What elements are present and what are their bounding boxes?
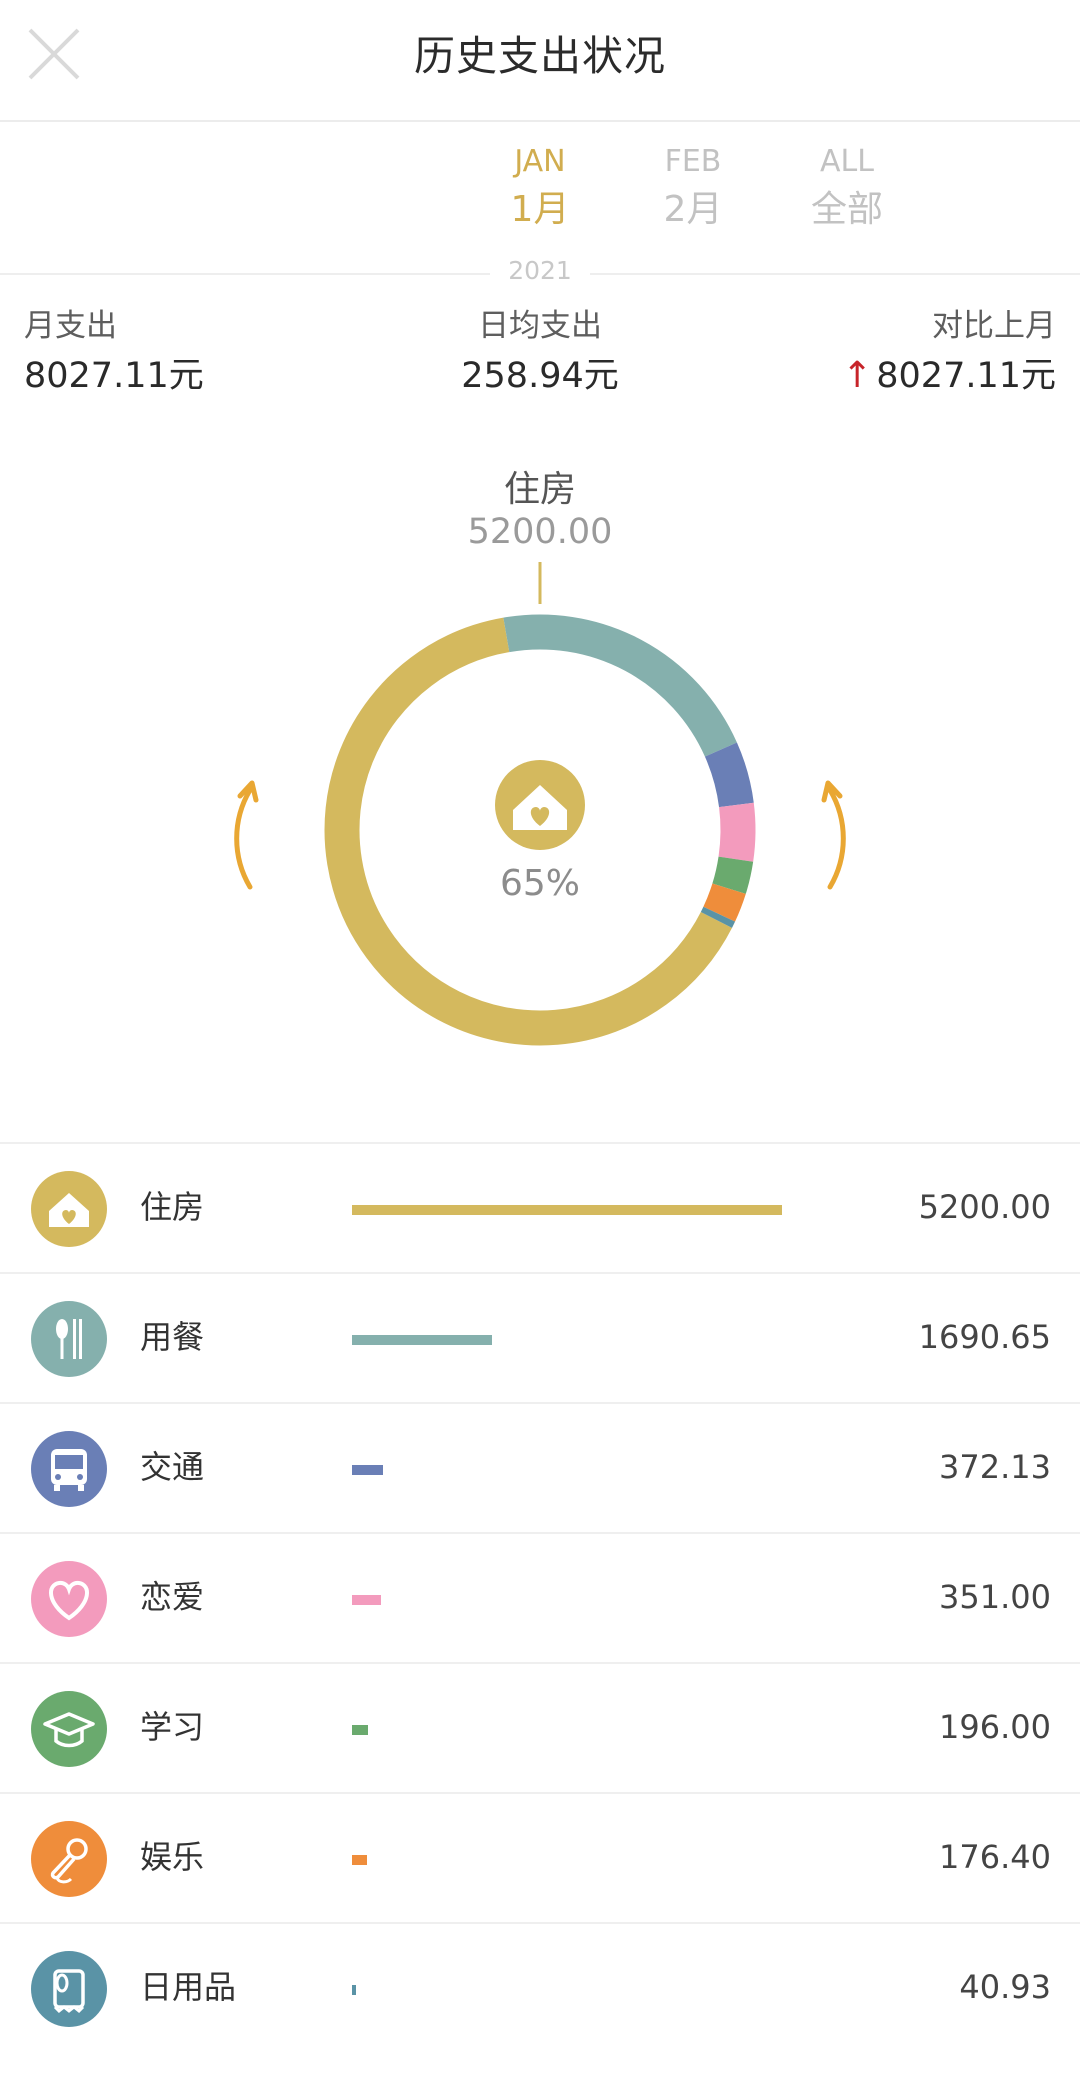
category-name: 住房 — [140, 1188, 205, 1226]
center-house-heart-icon — [495, 760, 585, 850]
year-text: 2021 — [490, 256, 590, 285]
category-amount: 1690.65 — [918, 1318, 1051, 1356]
tab-en-label: ALL — [820, 144, 874, 179]
category-row-daily-goods[interactable]: 日用品 40.93 — [0, 1922, 1080, 2052]
donut-chart-area: 住房 5200.00 65% — [0, 440, 1080, 1140]
tab-cn-label: 2月 — [663, 189, 723, 230]
donut-segment-dining[interactable] — [503, 614, 737, 757]
donut-segment-study[interactable] — [712, 856, 754, 894]
category-bar — [352, 1985, 356, 1995]
category-row-dining[interactable]: 用餐 1690.65 — [0, 1272, 1080, 1402]
donut-segment-romance[interactable] — [718, 802, 756, 862]
month-tabs: JAN 1月 FEB 2月 ALL 全部 — [0, 122, 1080, 272]
category-name: 用餐 — [140, 1318, 205, 1356]
donut-segment-entertainment[interactable] — [703, 883, 746, 922]
tab-feb[interactable]: FEB 2月 — [628, 142, 758, 238]
category-amount: 351.00 — [939, 1578, 1051, 1616]
graduation-cap-icon — [31, 1691, 107, 1767]
center-percent: 65% — [500, 863, 580, 904]
category-bar — [352, 1595, 381, 1605]
tab-cn-label: 1月 — [510, 189, 570, 230]
category-row-transport[interactable]: 交通 372.13 — [0, 1402, 1080, 1532]
tab-en-label: FEB — [664, 144, 722, 179]
category-amount: 196.00 — [939, 1708, 1051, 1746]
vs-last-month-value: 8027.11元 — [876, 356, 1056, 396]
category-bar — [352, 1335, 492, 1345]
category-name: 恋爱 — [140, 1578, 205, 1616]
donut-chart[interactable]: 65% — [0, 440, 1080, 1140]
donut-segment-transport[interactable] — [704, 742, 754, 808]
header-bar: 历史支出状况 — [0, 0, 1080, 122]
category-row-entertainment[interactable]: 娱乐 176.40 — [0, 1792, 1080, 1922]
vs-last-month-value-row: ↑ 8027.11元 — [842, 350, 1056, 402]
tab-en-label: JAN — [514, 144, 566, 179]
category-amount: 40.93 — [959, 1968, 1051, 2006]
category-name: 娱乐 — [140, 1838, 205, 1876]
rotate-left-icon[interactable] — [234, 780, 259, 890]
category-name: 交通 — [140, 1448, 205, 1486]
category-amount: 5200.00 — [918, 1188, 1051, 1226]
category-amount: 176.40 — [939, 1838, 1051, 1876]
heart-icon — [31, 1561, 107, 1637]
toilet-paper-icon — [31, 1951, 107, 2027]
category-bar — [352, 1205, 782, 1215]
category-row-housing[interactable]: 住房 5200.00 — [0, 1142, 1080, 1272]
house-heart-icon — [31, 1171, 107, 1247]
tab-all[interactable]: ALL 全部 — [782, 142, 912, 238]
category-name: 日用品 — [140, 1968, 237, 2006]
category-bar — [352, 1465, 383, 1475]
category-row-romance[interactable]: 恋爱 351.00 — [0, 1532, 1080, 1662]
donut-segment-daily-goods[interactable] — [700, 906, 736, 928]
page-title: 历史支出状况 — [414, 32, 666, 80]
microphone-icon — [31, 1821, 107, 1897]
category-bar — [352, 1855, 367, 1865]
category-row-study[interactable]: 学习 196.00 — [0, 1662, 1080, 1792]
vs-last-month: 对比上月 ↑ 8027.11元 — [842, 306, 1056, 402]
category-name: 学习 — [140, 1708, 205, 1746]
year-label: 2021 — [0, 256, 1080, 285]
category-list: 住房 5200.00 用餐 1690.65 交通 372.13 恋爱 351.0… — [0, 1142, 1080, 2052]
bus-icon — [31, 1431, 107, 1507]
rotate-right-icon[interactable] — [821, 780, 846, 890]
tab-cn-label: 全部 — [810, 189, 883, 230]
spoon-chopsticks-icon — [31, 1301, 107, 1377]
tab-jan[interactable]: JAN 1月 — [475, 142, 605, 238]
arrow-up-icon: ↑ — [842, 355, 873, 396]
category-bar — [352, 1725, 368, 1735]
vs-last-month-label: 对比上月 — [932, 308, 1056, 344]
category-amount: 372.13 — [939, 1448, 1051, 1486]
